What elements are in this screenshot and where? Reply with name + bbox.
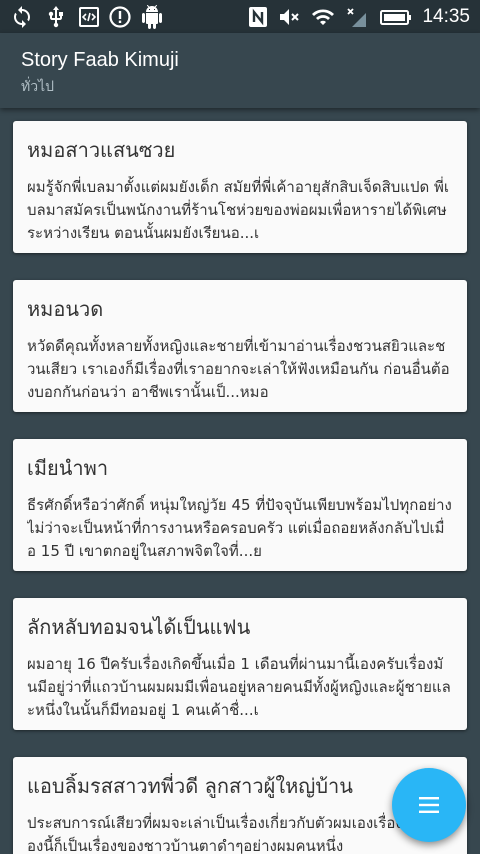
story-excerpt: ประสบการณ์เสียวที่ผมจะเล่าเป็นเรื่องเกี่…	[27, 814, 448, 854]
alert-icon	[109, 6, 131, 28]
nfc-icon	[249, 7, 267, 27]
wifi-icon	[312, 9, 334, 25]
menu-icon	[419, 797, 439, 813]
story-card[interactable]: ลักหลับทอมจนได้เป็นแฟน ผมอายุ 16 ปีครับเ…	[13, 598, 467, 730]
story-excerpt: ผมรู้จักพี่เบลมาตั้งแต่ผมยังเด็ก สมัยที่…	[27, 178, 449, 242]
app-bar: Story Faab Kimuji ทั่วไป	[0, 33, 480, 108]
story-card[interactable]: หมอนวด หวัดดีคุณทั้งหลายทั้งหญิงและชายที…	[13, 280, 467, 412]
mute-icon	[280, 9, 299, 25]
story-card[interactable]: หมอสาวแสนซวย ผมรู้จักพี่เบลมาตั้งแต่ผมยั…	[13, 121, 467, 253]
developer-code-icon	[79, 7, 99, 27]
story-excerpt: หวัดดีคุณทั้งหลายทั้งหญิงและชายที่เข้ามา…	[27, 337, 450, 401]
menu-fab-button[interactable]	[392, 768, 466, 842]
story-title: เมียนำพา	[27, 456, 109, 480]
app-subtitle: ทั่วไป	[21, 79, 55, 95]
story-title: หมอนวด	[27, 297, 104, 321]
status-bar: 14:35	[0, 0, 480, 33]
story-title: แอบลิ้มรสสาวทพี่วดี ลูกสาวผู้ใหญ่บ้าน	[27, 774, 353, 798]
battery-icon	[380, 10, 411, 25]
story-title: ลักหลับทอมจนได้เป็นแฟน	[27, 615, 251, 639]
app-title: Story Faab Kimuji	[21, 49, 179, 71]
story-excerpt: ผมอายุ 16 ปีครับเรื่องเกิดขึ้นเมื่อ 1 เด…	[27, 655, 451, 719]
story-excerpt: ธีรศักดิ์หรือว่าศักดิ์ หนุ่มใหญ่วัย 45 ท…	[27, 496, 452, 560]
android-icon	[142, 5, 162, 29]
story-title: หมอสาวแสนซวย	[27, 138, 176, 162]
status-time: 14:35	[422, 6, 470, 27]
story-list[interactable]: หมอสาวแสนซวย ผมรู้จักพี่เบลมาตั้งแต่ผมยั…	[0, 108, 480, 854]
sync-icon	[14, 6, 30, 28]
story-card[interactable]: เมียนำพา ธีรศักดิ์หรือว่าศักดิ์ หนุ่มใหญ…	[13, 439, 467, 571]
no-signal-icon	[347, 8, 366, 27]
usb-icon	[48, 6, 63, 28]
